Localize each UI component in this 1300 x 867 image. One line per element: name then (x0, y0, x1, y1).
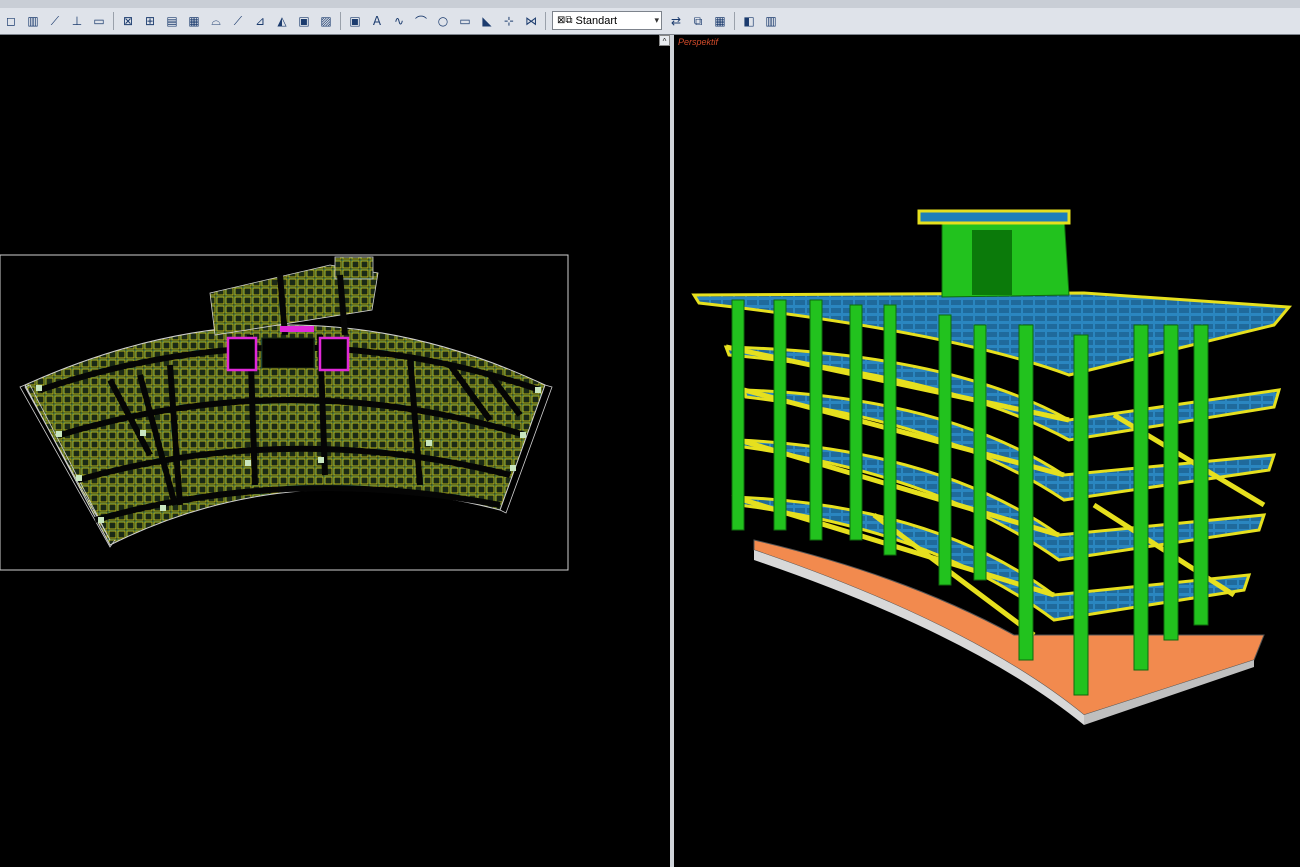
grid-icon[interactable]: ⊠ (119, 12, 137, 30)
maximize-viewport-button[interactable]: ^ (659, 35, 670, 46)
wall-icon[interactable]: ⊥ (68, 12, 86, 30)
style-selector-value: Standart (575, 14, 618, 27)
text-icon[interactable]: A (368, 12, 386, 30)
split-icon[interactable]: ▥ (762, 12, 780, 30)
dimension-icon[interactable]: ◣ (478, 12, 496, 30)
perspective-viewport[interactable]: Perspektif (674, 35, 1300, 867)
toolbar-separator (113, 12, 114, 30)
opening-left (226, 336, 258, 372)
opening-right (318, 336, 350, 372)
mesh-icon[interactable]: ▦ (185, 12, 203, 30)
view-icon[interactable]: ◧ (740, 12, 758, 30)
column-icon[interactable]: ▥ (24, 12, 42, 30)
match-icon[interactable]: ⇄ (667, 12, 685, 30)
style-selector[interactable]: ⊠⧉ Standart ▾ (552, 11, 662, 30)
chevron-down-icon: ▾ (654, 15, 659, 25)
trim-icon[interactable]: ⋈ (522, 12, 540, 30)
style-settings-icon: ⊠⧉ (557, 15, 573, 26)
ramp-icon[interactable]: ⟋ (229, 12, 247, 30)
shape-icon[interactable]: ◭ (273, 12, 291, 30)
axis-icon[interactable]: ⊞ (141, 12, 159, 30)
beam-icon[interactable]: ⟋ (46, 12, 64, 30)
plan-viewport[interactable] (0, 35, 670, 867)
right-toolbar: ⇄ ⧉ ▦ ◧ ▥ (665, 8, 782, 34)
floor-plan-drawing (0, 254, 569, 571)
core-void (972, 230, 1012, 295)
panel-icon[interactable]: ▤ (163, 12, 181, 30)
grid-view-icon[interactable]: ▦ (711, 12, 729, 30)
hatch-icon[interactable]: ▨ (317, 12, 335, 30)
toolbar-separator (545, 12, 546, 30)
select-icon[interactable]: ◻ (2, 12, 20, 30)
copy-icon[interactable]: ⧉ (689, 12, 707, 30)
toolbar-separator (340, 12, 341, 30)
circle-icon[interactable]: ○ (434, 12, 452, 30)
rect-icon[interactable]: ▭ (456, 12, 474, 30)
image-icon[interactable]: ▣ (295, 12, 313, 30)
slab-icon[interactable]: ▭ (90, 12, 108, 30)
opening-wall (280, 326, 314, 332)
stair-icon[interactable]: ⊿ (251, 12, 269, 30)
node-icon[interactable]: ⊹ (500, 12, 518, 30)
building-3d-model (691, 209, 1293, 725)
arc-icon[interactable]: ⌒ (412, 12, 430, 30)
dome-icon[interactable]: ⌓ (207, 12, 225, 30)
spline-icon[interactable]: ∿ (390, 12, 408, 30)
viewport-label: Perspektif (678, 37, 719, 47)
picture-icon[interactable]: ▣ (346, 12, 364, 30)
roof-slab (917, 209, 1071, 225)
toolbar-separator (734, 12, 735, 30)
core-void (261, 337, 315, 369)
